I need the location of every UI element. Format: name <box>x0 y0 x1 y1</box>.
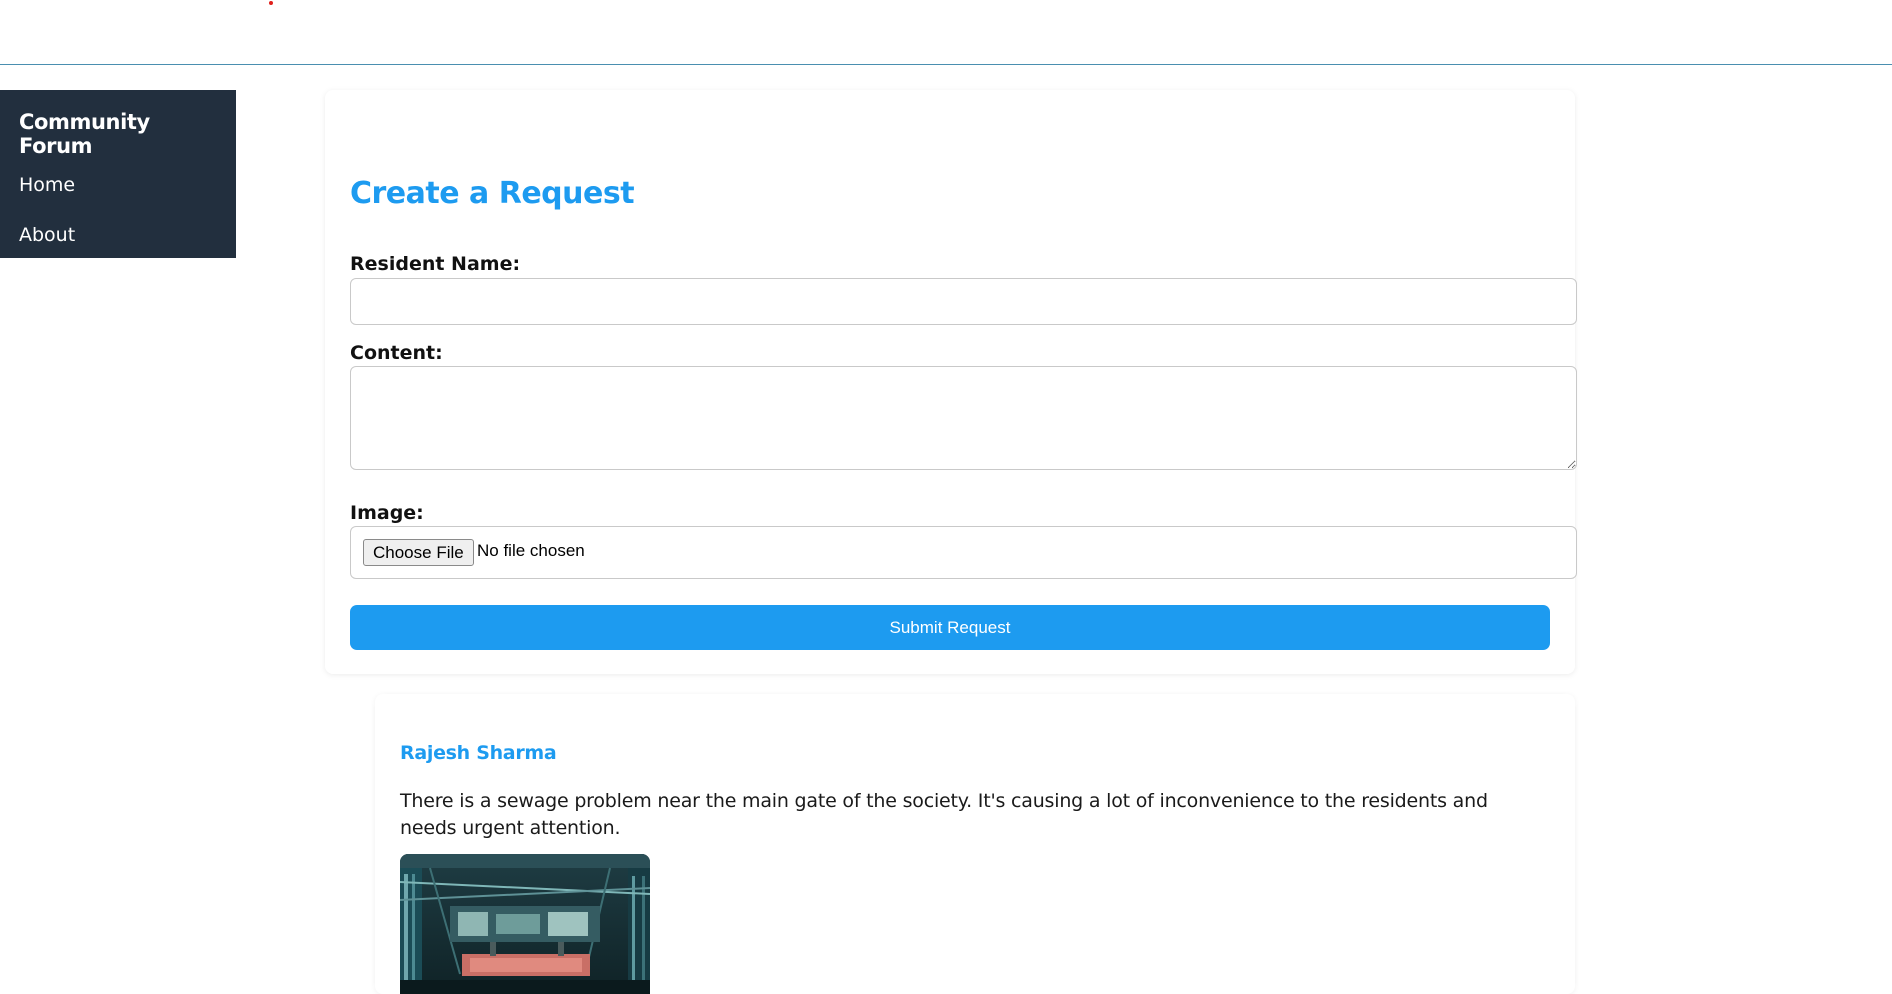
form-title: Create a Request <box>350 176 635 211</box>
image-file-input[interactable]: Choose File No file chosen <box>350 526 1577 579</box>
sidebar-title: Community Forum <box>19 110 150 158</box>
request-post: Rajesh Sharma There is a sewage problem … <box>375 694 1575 994</box>
resident-name-label: Resident Name: <box>350 253 521 275</box>
file-status-text: No file chosen <box>477 541 585 560</box>
sidebar: Community Forum Home About <box>0 90 236 258</box>
content-label: Content: <box>350 342 443 364</box>
image-label: Image: <box>350 502 424 524</box>
indicator-dot <box>269 1 273 5</box>
top-header <box>0 0 1892 65</box>
choose-file-button[interactable]: Choose File <box>363 539 474 566</box>
sidebar-item-home[interactable]: Home <box>19 171 217 199</box>
post-author: Rajesh Sharma <box>400 742 557 764</box>
post-content: There is a sewage problem near the main … <box>400 790 1488 839</box>
resident-name-input[interactable] <box>350 278 1577 325</box>
sidebar-item-about[interactable]: About <box>19 221 217 249</box>
create-request-form: Create a Request Resident Name: Content:… <box>325 90 1577 674</box>
post-image <box>400 854 650 994</box>
submit-request-button[interactable]: Submit Request <box>350 605 1550 650</box>
post-photo-graphic <box>400 854 650 994</box>
content-textarea[interactable] <box>350 366 1577 470</box>
